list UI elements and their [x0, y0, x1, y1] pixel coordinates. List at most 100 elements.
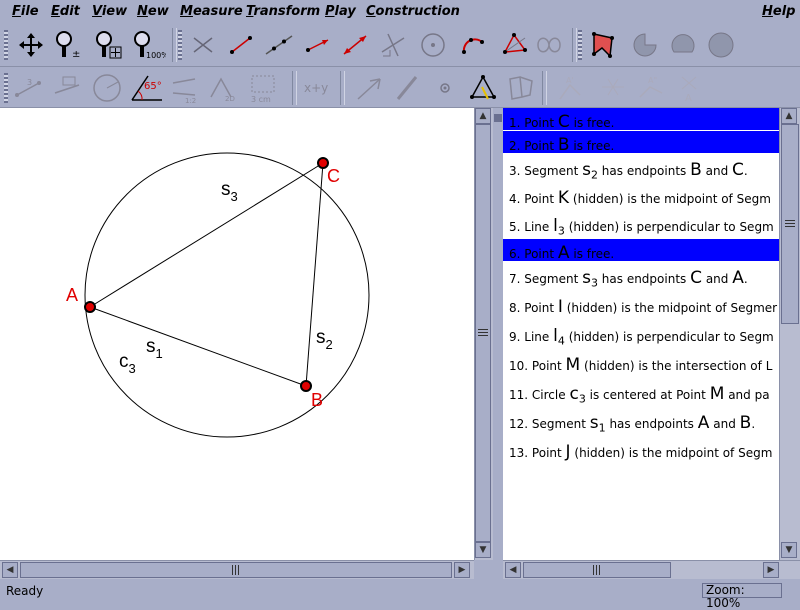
- transform-compose-icon[interactable]: A": [634, 71, 668, 105]
- status-bar: Ready Zoom: 100%: [0, 582, 800, 610]
- segment-s3-label: s3: [221, 179, 238, 204]
- toolbar-grip[interactable]: [4, 30, 8, 60]
- arc-tool-icon[interactable]: [456, 28, 490, 62]
- menu-bar: File Edit View New Measure Transform Pla…: [0, 0, 800, 24]
- menu-file[interactable]: File: [12, 4, 39, 19]
- menu-measure[interactable]: Measure: [180, 4, 243, 19]
- menu-view[interactable]: View: [92, 4, 127, 19]
- step-row-13[interactable]: 13. Point J (hidden) is the midpoint of …: [503, 436, 779, 464]
- menu-help[interactable]: Help: [762, 4, 795, 19]
- zoom-100-icon[interactable]: 100%: [132, 28, 166, 62]
- svg-text:A': A': [566, 76, 574, 85]
- ratio-measure-icon[interactable]: 1:2: [168, 71, 202, 105]
- scroll-up-button[interactable]: ▲: [475, 108, 491, 124]
- scroll-left-button[interactable]: ◀: [505, 562, 521, 578]
- zoom-indicator: Zoom: 100%: [702, 583, 782, 610]
- pane-splitter[interactable]: [493, 108, 503, 578]
- intersection-tool-icon[interactable]: [186, 28, 220, 62]
- drawing-canvas[interactable]: A B C s3 s2 s1 c3: [0, 108, 474, 560]
- segment-s2[interactable]: [305, 162, 324, 387]
- menu-transform[interactable]: Transform: [246, 4, 320, 19]
- segment-s3[interactable]: [89, 162, 324, 308]
- steps-hscroll-thumb[interactable]: [523, 562, 671, 578]
- step-row-4[interactable]: 4. Point K (hidden) is the midpoint of S…: [503, 182, 779, 210]
- point-a[interactable]: [84, 301, 96, 313]
- toolbar-row-1: ± 100%: [0, 24, 800, 67]
- svg-text:1:2: 1:2: [185, 97, 196, 103]
- circle-sector-icon[interactable]: [628, 28, 662, 62]
- step-row-10[interactable]: 10. Point M (hidden) is the intersection…: [503, 349, 779, 377]
- coordinate-measure-icon[interactable]: 3 cm: [246, 71, 280, 105]
- locus-tool-icon[interactable]: [532, 28, 566, 62]
- toolbar-grip[interactable]: [4, 73, 8, 103]
- menu-new[interactable]: New: [137, 4, 169, 19]
- area-measure-icon[interactable]: 2D: [206, 71, 240, 105]
- transform-point-icon[interactable]: A: [672, 71, 706, 105]
- toolbar-separator: [292, 71, 297, 105]
- dilate-tool-icon[interactable]: [428, 71, 462, 105]
- step-row-8[interactable]: 8. Point I (hidden) is the midpoint of S…: [503, 291, 779, 319]
- circle-segment-icon[interactable]: [666, 28, 700, 62]
- circle-measure-icon[interactable]: [90, 71, 124, 105]
- transform-history-icon[interactable]: A': [554, 71, 588, 105]
- canvas-hscroll-thumb[interactable]: [20, 562, 452, 578]
- scroll-down-button[interactable]: ▼: [781, 542, 797, 558]
- calculator-icon[interactable]: x+y: [300, 71, 334, 105]
- length-measure-icon[interactable]: [50, 71, 84, 105]
- zoom-in-out-icon[interactable]: ±: [52, 28, 86, 62]
- menu-edit[interactable]: Edit: [51, 4, 80, 19]
- perpendicular-tool-icon[interactable]: [376, 28, 410, 62]
- step-row-7[interactable]: 7. Segment s3 has endpoints C and A.: [503, 262, 779, 290]
- scroll-right-button[interactable]: ▶: [454, 562, 470, 578]
- step-row-2[interactable]: 2. Point B is free.: [503, 131, 779, 153]
- circle-interior-icon[interactable]: [704, 28, 738, 62]
- vector-tool-icon[interactable]: [338, 28, 372, 62]
- rotate-tool-icon[interactable]: [390, 71, 424, 105]
- step-row-1[interactable]: 1. Point C is free.: [503, 108, 779, 130]
- scroll-down-button[interactable]: ▼: [475, 542, 491, 558]
- svg-text:3 cm: 3 cm: [251, 95, 271, 104]
- step-row-11[interactable]: 11. Circle c3 is centered at Point M and…: [503, 378, 779, 406]
- transform-inverse-icon[interactable]: [596, 71, 630, 105]
- segment-s1[interactable]: [89, 306, 307, 387]
- menu-play[interactable]: Play: [325, 4, 356, 19]
- circle-tool-icon[interactable]: [416, 28, 450, 62]
- scroll-right-button[interactable]: ▶: [763, 562, 779, 578]
- zoom-fit-icon[interactable]: [92, 28, 126, 62]
- point-b[interactable]: [300, 380, 312, 392]
- canvas-vertical-scrollbar[interactable]: ▲ ▼: [474, 108, 493, 560]
- toolbar-grip[interactable]: [578, 30, 582, 60]
- step-row-5[interactable]: 5. Line l3 (hidden) is perpendicular to …: [503, 210, 779, 238]
- segment-tool-icon[interactable]: [224, 28, 258, 62]
- point-b-label: B: [311, 390, 323, 410]
- steps-vscroll-thumb[interactable]: [781, 124, 799, 324]
- scroll-up-button[interactable]: ▲: [781, 108, 797, 124]
- splitter-handle[interactable]: [494, 114, 502, 122]
- ray-tool-icon[interactable]: [300, 28, 334, 62]
- polygon-tool-icon[interactable]: [498, 28, 532, 62]
- distance-measure-icon[interactable]: 3: [12, 71, 46, 105]
- angle-measure-icon[interactable]: 65°: [130, 71, 164, 105]
- glide-reflect-icon[interactable]: [504, 71, 538, 105]
- scroll-left-button[interactable]: ◀: [2, 562, 18, 578]
- step-row-3[interactable]: 3. Segment s2 has endpoints B and C.: [503, 154, 779, 182]
- svg-text:65°: 65°: [144, 81, 162, 92]
- reflect-tool-icon[interactable]: [466, 71, 500, 105]
- toolbar-grip[interactable]: [178, 30, 182, 60]
- polygon-fill-icon[interactable]: [586, 28, 620, 62]
- move-tool-icon[interactable]: [14, 28, 48, 62]
- svg-text:100%: 100%: [146, 51, 166, 60]
- toolbar-row-2: 3 65° 1:2 2D 3 cm x+y A' A" A: [0, 67, 800, 108]
- menu-construction[interactable]: Construction: [366, 4, 460, 19]
- step-row-6[interactable]: 6. Point A is free.: [503, 239, 779, 261]
- step-row-9[interactable]: 9. Line l4 (hidden) is perpendicular to …: [503, 320, 779, 348]
- geometry-figure: A B C s3 s2 s1 c3: [66, 152, 370, 438]
- line-tool-icon[interactable]: [262, 28, 296, 62]
- steps-vertical-scrollbar[interactable]: ▲ ▼: [779, 108, 800, 560]
- steps-horizontal-scrollbar[interactable]: ◀ ▶: [503, 560, 800, 579]
- step-row-12[interactable]: 12. Segment s1 has endpoints A and B.: [503, 407, 779, 435]
- construction-steps-list[interactable]: 1. Point C is free. 2. Point B is free. …: [503, 108, 779, 560]
- canvas-vscroll-thumb[interactable]: [475, 124, 491, 542]
- canvas-horizontal-scrollbar[interactable]: ◀ ▶: [0, 560, 474, 579]
- translate-tool-icon[interactable]: [352, 71, 386, 105]
